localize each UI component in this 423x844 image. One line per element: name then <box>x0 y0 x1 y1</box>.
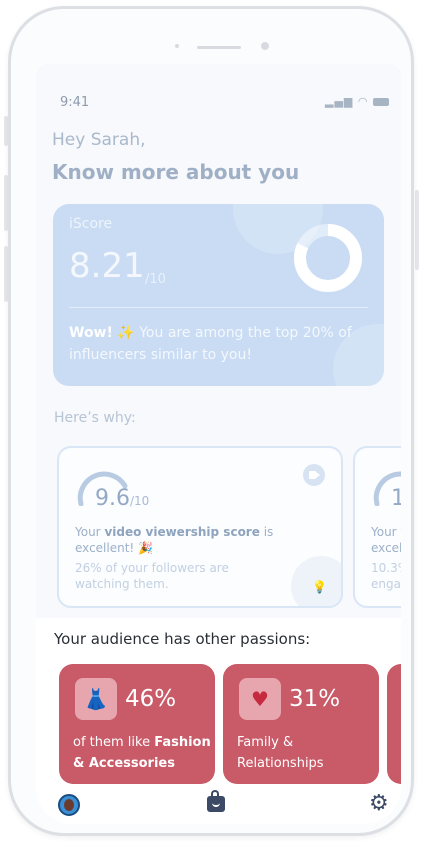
metric-desc-prefix: Your <box>371 525 401 539</box>
shopping-bag-icon[interactable] <box>207 790 225 812</box>
passion-card-family[interactable]: ♥ 31% Family & Relationships <box>223 664 379 784</box>
passions-section: Your audience has other passions: 👗 46% … <box>36 618 401 824</box>
iscore-label: iScore <box>69 216 113 232</box>
wifi-icon: ◠ <box>357 95 369 108</box>
passion-card-partial[interactable]: of& <box>387 664 401 784</box>
metric-subtext: 26% of your followers are watching them. <box>75 561 229 591</box>
video-icon <box>303 464 325 486</box>
camera-dot-right <box>261 42 269 50</box>
passions-title: Your audience has other passions: <box>54 630 311 648</box>
metric-desc-bold: video viewership score <box>104 525 260 539</box>
iscore-out-of: /10 <box>145 272 166 287</box>
metric-value-number: 10 <box>391 486 401 511</box>
app-screen: 9:41 ▂▄▆ ◠ Hey Sarah, Know more about yo… <box>36 64 401 824</box>
passion-category: Family & Relationships <box>237 735 324 771</box>
metric-desc-prefix: Your <box>75 525 105 539</box>
lightbulb-icon: 💡 <box>312 580 327 594</box>
metric-value: 10 <box>391 486 401 511</box>
wow-label: Wow! <box>69 325 113 341</box>
iscore-divider <box>69 307 368 308</box>
heart-icon: ♥ <box>239 678 281 720</box>
avatar[interactable] <box>58 794 80 816</box>
section-title-why: Here’s why: <box>54 410 136 426</box>
metric-subtext: 10.3% c engagi <box>371 561 401 591</box>
passion-percent: 31% <box>289 686 341 712</box>
iscore-message: Wow! ✨ You are among the top 20% of infl… <box>69 322 374 366</box>
passion-prefix: of them like <box>73 735 155 750</box>
iscore-value: 8.21 <box>69 246 145 286</box>
battery-icon <box>373 98 389 106</box>
metric-card-video[interactable]: 9.6/10 Your video viewership score is ex… <box>57 446 343 608</box>
gear-icon[interactable]: ⚙ <box>369 791 389 816</box>
metric-desc-bold: vid <box>400 525 401 539</box>
metric-desc-suffix: excell <box>371 541 401 555</box>
iscore-donut <box>294 224 362 292</box>
status-time: 9:41 <box>60 95 90 110</box>
metric-value-number: 9.6 <box>95 486 130 511</box>
metric-description: Your vid excell <box>371 524 401 556</box>
side-button-power <box>415 190 419 270</box>
page-title: Know more about you <box>52 160 300 184</box>
metric-description: Your video viewership score is excellent… <box>75 524 315 556</box>
metric-value-denominator: /10 <box>130 494 150 508</box>
camera-dot-left <box>175 44 179 48</box>
sparkle-icon: ✨ <box>117 325 140 341</box>
passion-percent: 46% <box>125 686 177 712</box>
speaker-grille <box>197 46 241 49</box>
metric-value: 9.6/10 <box>95 486 149 511</box>
greeting-hello: Hey Sarah, <box>52 130 146 150</box>
passion-text: Family & Relationships <box>237 732 357 774</box>
bottom-navbar: ⚙ <box>36 790 401 824</box>
metric-card-engagement[interactable]: 10 Your vid excell 10.3% c engagi <box>353 446 401 608</box>
phone-frame: 9:41 ▂▄▆ ◠ Hey Sarah, Know more about yo… <box>8 6 414 836</box>
passion-card-fashion[interactable]: 👗 46% of them like Fashion & Accessories <box>59 664 215 784</box>
signal-icon: ▂▄▆ <box>325 95 354 108</box>
dress-icon: 👗 <box>75 678 117 720</box>
iscore-card[interactable]: iScore 8.21 /10 Wow! ✨ You are among the… <box>53 204 384 386</box>
status-icons: ▂▄▆ ◠ <box>325 95 389 108</box>
passion-text: of them like Fashion & Accessories <box>73 732 215 774</box>
